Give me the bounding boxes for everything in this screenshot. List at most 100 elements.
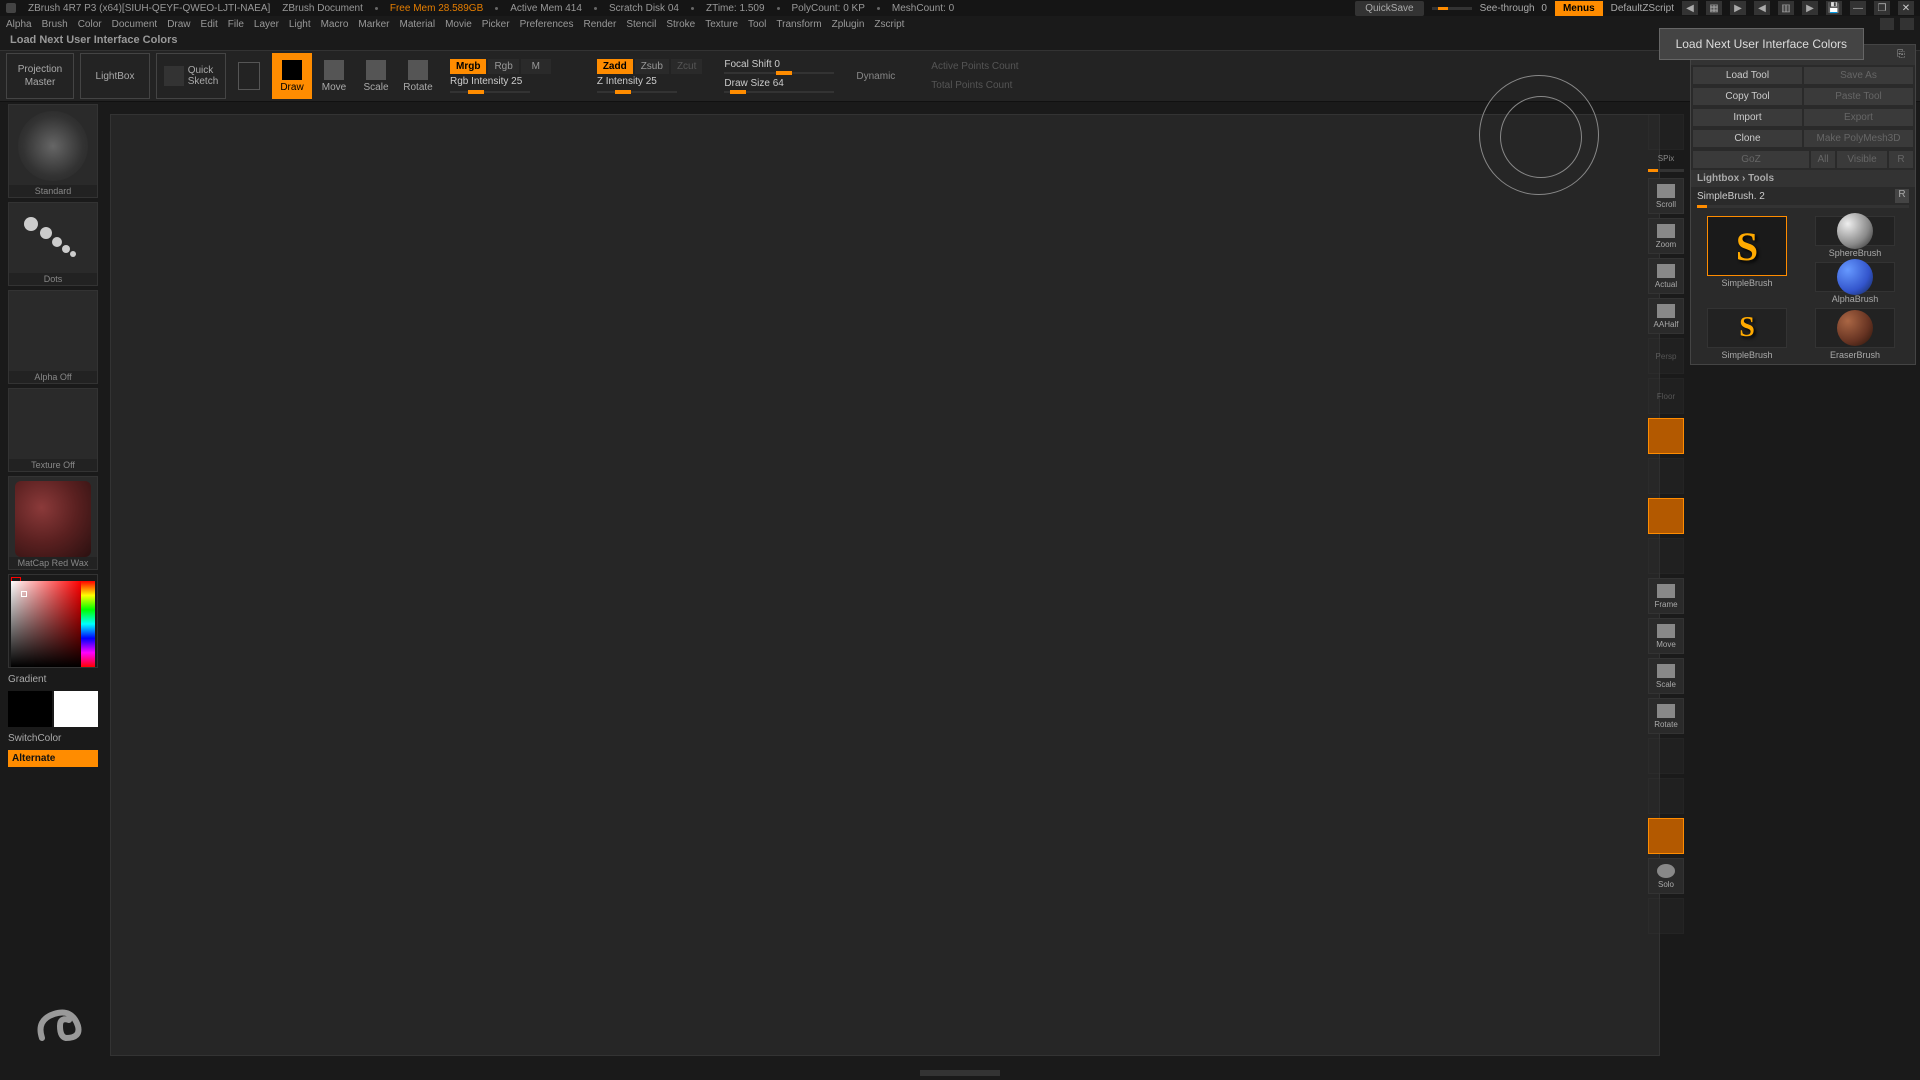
minimize-icon[interactable]: — bbox=[1850, 1, 1866, 15]
quicksave-button[interactable]: QuickSave bbox=[1355, 1, 1423, 16]
canvas-move-button[interactable]: Move bbox=[1648, 618, 1684, 654]
canvas-rotate-button[interactable]: Rotate bbox=[1648, 698, 1684, 734]
menu-stencil[interactable]: Stencil bbox=[626, 19, 656, 30]
copy-tool-button[interactable]: Copy Tool bbox=[1693, 88, 1802, 105]
alpha-slot[interactable]: Alpha Off bbox=[8, 290, 98, 384]
tool-item-simplebrush[interactable]: S SimpleBrush bbox=[1695, 216, 1799, 304]
menu-marker[interactable]: Marker bbox=[358, 19, 389, 30]
menu-stroke[interactable]: Stroke bbox=[666, 19, 695, 30]
canvas[interactable] bbox=[110, 114, 1660, 1056]
layout-next-icon[interactable]: ▶ bbox=[1802, 1, 1818, 15]
zadd-button[interactable]: Zadd bbox=[597, 59, 633, 74]
menu-picker[interactable]: Picker bbox=[482, 19, 510, 30]
draw-button[interactable]: Draw bbox=[272, 53, 312, 99]
tool-slider[interactable] bbox=[1697, 205, 1909, 208]
paste-tool-button[interactable]: Paste Tool bbox=[1804, 88, 1913, 105]
lightbox-tools-header[interactable]: Lightbox › Tools bbox=[1691, 170, 1915, 187]
refresh-icon[interactable] bbox=[1880, 18, 1894, 30]
saturation-box[interactable] bbox=[11, 581, 81, 667]
bottom-scrollbar[interactable] bbox=[920, 1070, 1000, 1076]
layout-prev-icon[interactable]: ◀ bbox=[1754, 1, 1770, 15]
spix-slider[interactable] bbox=[1648, 169, 1684, 172]
switch-color-button[interactable]: SwitchColor bbox=[8, 731, 98, 746]
rotate-button[interactable]: Rotate bbox=[398, 53, 438, 99]
zsub-button[interactable]: Zsub bbox=[635, 59, 669, 74]
mrgb-button[interactable]: Mrgb bbox=[450, 59, 486, 74]
restore-icon[interactable]: ❐ bbox=[1874, 1, 1890, 15]
menu-tool[interactable]: Tool bbox=[748, 19, 766, 30]
brush-slot[interactable]: Standard bbox=[8, 104, 98, 198]
aahalf-button[interactable]: AAHalf bbox=[1648, 298, 1684, 334]
focal-shift-slider[interactable] bbox=[724, 72, 834, 74]
export-button[interactable]: Export bbox=[1804, 109, 1913, 126]
menu-light[interactable]: Light bbox=[289, 19, 311, 30]
menu-layer[interactable]: Layer bbox=[254, 19, 279, 30]
quicksave-slider[interactable] bbox=[1432, 7, 1472, 10]
pin-icon[interactable]: ⎘ bbox=[1897, 49, 1909, 61]
polyf-button[interactable] bbox=[1648, 738, 1684, 774]
tool-item-eraserbrush[interactable]: EraserBrush bbox=[1803, 308, 1907, 360]
edit-button[interactable] bbox=[238, 62, 260, 90]
menu-edit[interactable]: Edit bbox=[201, 19, 218, 30]
alternate-button[interactable]: Alternate bbox=[8, 750, 98, 767]
local-button[interactable] bbox=[1648, 418, 1684, 454]
xpose-button[interactable] bbox=[1648, 898, 1684, 934]
ghost-button[interactable] bbox=[1648, 818, 1684, 854]
color-picker[interactable] bbox=[8, 574, 98, 668]
canvas-scale-button[interactable]: Scale bbox=[1648, 658, 1684, 694]
load-tool-button[interactable]: Load Tool bbox=[1693, 67, 1802, 84]
move-button[interactable]: Move bbox=[314, 53, 354, 99]
stroke-slot[interactable]: Dots bbox=[8, 202, 98, 286]
secondary-color-swatch[interactable] bbox=[8, 691, 52, 727]
lsym-button[interactable] bbox=[1648, 498, 1684, 534]
floor-button[interactable]: Floor bbox=[1648, 378, 1684, 414]
material-slot[interactable]: MatCap Red Wax bbox=[8, 476, 98, 570]
scale-button[interactable]: Scale bbox=[356, 53, 396, 99]
make-polymesh-button[interactable]: Make PolyMesh3D bbox=[1804, 130, 1913, 147]
z-intensity-slider[interactable] bbox=[597, 91, 677, 93]
actual-button[interactable]: Actual bbox=[1648, 258, 1684, 294]
hue-strip[interactable] bbox=[81, 581, 95, 667]
dynamic-label[interactable]: Dynamic bbox=[856, 71, 895, 82]
zoom-button[interactable]: Zoom bbox=[1648, 218, 1684, 254]
texture-slot[interactable]: Texture Off bbox=[8, 388, 98, 472]
tool-item-simplebrush-2[interactable]: S SimpleBrush bbox=[1695, 308, 1799, 360]
goz-visible-button[interactable]: Visible bbox=[1837, 151, 1887, 168]
menu-draw[interactable]: Draw bbox=[167, 19, 190, 30]
goz-all-button[interactable]: All bbox=[1811, 151, 1835, 168]
menu-zplugin[interactable]: Zplugin bbox=[832, 19, 865, 30]
menu-preferences[interactable]: Preferences bbox=[520, 19, 574, 30]
ui-next-icon[interactable]: ▶ bbox=[1730, 1, 1746, 15]
menu-macro[interactable]: Macro bbox=[321, 19, 349, 30]
transp-button[interactable] bbox=[1648, 778, 1684, 814]
rgb-intensity-slider[interactable] bbox=[450, 91, 530, 93]
menu-texture[interactable]: Texture bbox=[705, 19, 738, 30]
projection-master-button[interactable]: ProjectionMaster bbox=[6, 53, 74, 99]
menu-transform[interactable]: Transform bbox=[776, 19, 821, 30]
rgb-button[interactable]: Rgb bbox=[488, 59, 518, 74]
tool-r-button[interactable]: R bbox=[1895, 189, 1909, 203]
zcut-button[interactable]: Zcut bbox=[671, 59, 702, 74]
solo-button[interactable]: Solo bbox=[1648, 858, 1684, 894]
scroll-button[interactable]: Scroll bbox=[1648, 178, 1684, 214]
persp-button[interactable]: Persp bbox=[1648, 338, 1684, 374]
menus-button[interactable]: Menus bbox=[1555, 1, 1603, 16]
draw-size-slider[interactable] bbox=[724, 91, 834, 93]
menu-render[interactable]: Render bbox=[584, 19, 617, 30]
save-config-icon[interactable]: 💾 bbox=[1826, 1, 1842, 15]
menu-material[interactable]: Material bbox=[400, 19, 436, 30]
menu-brush[interactable]: Brush bbox=[42, 19, 68, 30]
lightbox-button[interactable]: LightBox bbox=[80, 53, 150, 99]
goz-r-button[interactable]: R bbox=[1889, 151, 1913, 168]
default-zscript-button[interactable]: DefaultZScript bbox=[1611, 3, 1674, 14]
menu-document[interactable]: Document bbox=[112, 19, 158, 30]
import-button[interactable]: Import bbox=[1693, 109, 1802, 126]
layout-icon[interactable]: ▥ bbox=[1778, 1, 1794, 15]
ui-prev-icon[interactable]: ◀ bbox=[1682, 1, 1698, 15]
save-as-button[interactable]: Save As bbox=[1804, 67, 1913, 84]
frame-button[interactable]: Frame bbox=[1648, 578, 1684, 614]
ui-colors-icon[interactable]: ▦ bbox=[1706, 1, 1722, 15]
menu-movie[interactable]: Movie bbox=[445, 19, 472, 30]
close-icon[interactable]: ✕ bbox=[1898, 1, 1914, 15]
menu-alpha[interactable]: Alpha bbox=[6, 19, 32, 30]
